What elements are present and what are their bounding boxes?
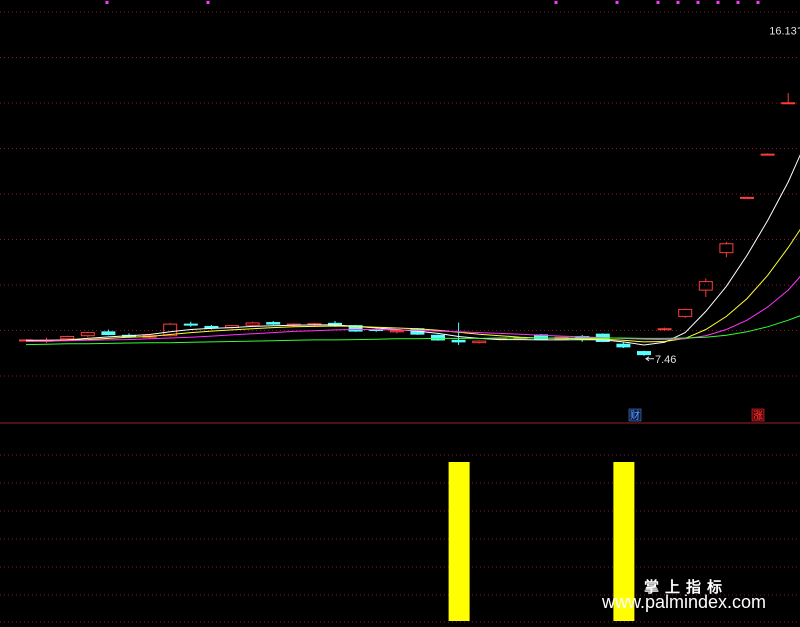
candle-body bbox=[616, 343, 631, 348]
low-price-annotation: 7.46 bbox=[645, 354, 676, 366]
candle-body bbox=[451, 339, 466, 343]
chart-canvas: 16.13 7.46 财 涨 掌上指标 www.palmindex.com bbox=[0, 1, 800, 623]
candle bbox=[740, 196, 754, 199]
candlestick-series bbox=[19, 93, 796, 356]
candle bbox=[698, 278, 713, 298]
candle-body bbox=[760, 153, 775, 156]
candle-body bbox=[698, 281, 713, 291]
low-price-label: 7.46 bbox=[655, 354, 676, 366]
signal-dot bbox=[756, 1, 760, 4]
candle-body bbox=[781, 102, 796, 105]
candle bbox=[80, 331, 95, 338]
candle bbox=[472, 340, 487, 344]
candle-body bbox=[266, 322, 281, 325]
candle-body bbox=[657, 328, 672, 331]
candle-body bbox=[431, 334, 445, 341]
signal-dot bbox=[656, 1, 660, 4]
candle bbox=[616, 342, 631, 349]
high-price-label: 16.13 bbox=[769, 25, 797, 37]
moving-average-lines bbox=[25, 154, 800, 346]
watermark-url: www.palmindex.com bbox=[601, 592, 766, 612]
candle bbox=[719, 241, 734, 258]
candle-body bbox=[245, 322, 260, 326]
candle bbox=[266, 321, 281, 325]
candle-body bbox=[472, 340, 487, 344]
candle-body bbox=[60, 335, 75, 340]
signal-dot bbox=[554, 1, 558, 4]
candle bbox=[183, 321, 198, 327]
moving-average-line bbox=[26, 228, 800, 343]
high-price-annotation: 16.13 bbox=[769, 25, 800, 37]
signal-dot bbox=[206, 1, 210, 4]
signal-tag-zhang: 涨 bbox=[751, 408, 765, 422]
signal-dot bbox=[105, 1, 109, 4]
indicator-bar bbox=[448, 462, 470, 621]
candle bbox=[678, 308, 693, 318]
signal-tag-cai: 财 bbox=[628, 408, 642, 422]
candle-body bbox=[389, 330, 404, 333]
candle-body bbox=[637, 351, 651, 356]
low-arrow-icon bbox=[645, 356, 654, 362]
moving-average-line bbox=[25, 276, 800, 342]
price-grid bbox=[0, 11, 800, 377]
candle-body bbox=[101, 331, 116, 336]
top-signal-dots bbox=[105, 1, 760, 4]
candle bbox=[637, 350, 651, 356]
candle bbox=[245, 321, 260, 327]
candle bbox=[760, 153, 775, 156]
signal-dot bbox=[676, 1, 680, 4]
tag-zhang-text: 涨 bbox=[753, 410, 763, 422]
candle-body bbox=[80, 332, 95, 337]
candle-body bbox=[678, 308, 693, 317]
candle-body bbox=[183, 323, 198, 326]
candle-body bbox=[719, 243, 734, 254]
tag-cai-text: 财 bbox=[630, 409, 640, 422]
candle-body bbox=[740, 196, 754, 199]
candle bbox=[451, 322, 466, 345]
candle bbox=[657, 327, 672, 331]
candle bbox=[431, 334, 445, 341]
signal-dot bbox=[696, 1, 700, 4]
stock-chart: 16.13 7.46 财 涨 掌上指标 www.palmindex.com bbox=[0, 0, 800, 627]
signal-dot bbox=[615, 1, 619, 4]
signal-dot bbox=[736, 1, 740, 4]
signal-dot bbox=[716, 1, 720, 4]
candle bbox=[781, 93, 796, 105]
moving-average-line bbox=[26, 154, 800, 346]
